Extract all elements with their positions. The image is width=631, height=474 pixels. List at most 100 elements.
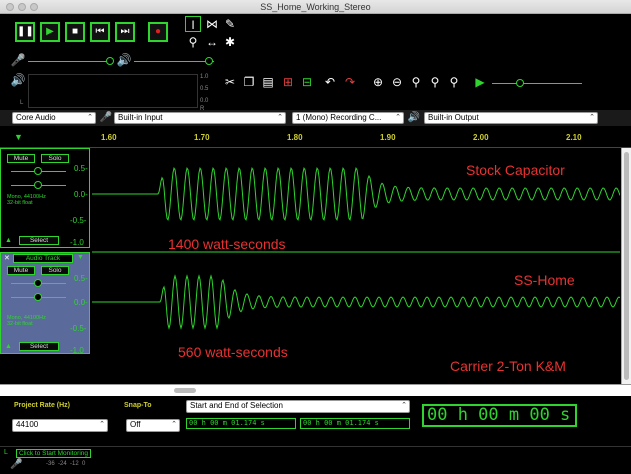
scale-label: 0.0- — [74, 298, 88, 307]
skip-to-start-button[interactable]: ⏮ — [90, 22, 110, 42]
selection-tool-icon[interactable]: I — [185, 16, 201, 32]
collapse-icon[interactable]: ▲ — [5, 343, 12, 350]
vertical-scrollbar[interactable] — [621, 148, 631, 384]
ruler-tick: 1.80 — [287, 133, 303, 142]
track-2-title-annotation: SS-Home — [514, 272, 575, 288]
redo-icon[interactable]: ↷ — [342, 74, 358, 90]
speaker-icon: 🔊 — [116, 53, 132, 67]
select-track-button[interactable]: Select — [19, 342, 59, 351]
playback-volume-knob[interactable] — [205, 57, 213, 65]
envelope-tool-icon[interactable]: ⋈ — [204, 16, 220, 32]
track-format-info: Mono, 44100Hz 32-bit float — [7, 315, 46, 327]
selection-start-time[interactable]: 00 h 00 m 01.174 s — [186, 418, 296, 429]
gain-knob[interactable] — [34, 279, 42, 287]
recording-device-select[interactable]: Built-in Input — [114, 112, 286, 124]
cut-icon[interactable]: ✂ — [222, 74, 238, 90]
recording-volume-slider[interactable] — [28, 61, 110, 62]
draw-tool-icon[interactable]: ✎ — [222, 16, 238, 32]
pause-icon: ❚❚ — [17, 26, 34, 37]
status-bar: L Click to Start Monitoring 🎤 -36 -24 -1… — [0, 446, 631, 474]
snap-to-select[interactable]: Off — [126, 419, 180, 432]
horizontal-scroll-thumb[interactable] — [174, 388, 196, 393]
waveform-display[interactable] — [92, 148, 620, 384]
skip-to-end-button[interactable]: ⏭ — [115, 22, 135, 42]
track-format-info: Mono, 44100Hz 32-bit float — [7, 194, 46, 206]
pan-knob[interactable] — [34, 293, 42, 301]
paste-icon[interactable]: ▤ — [260, 74, 276, 90]
microphone-icon: 🎤 — [10, 53, 26, 67]
track-menu-chevron-icon[interactable]: ▼ — [77, 254, 84, 261]
meter-left-label: L — [4, 449, 8, 456]
fit-selection-icon[interactable]: ⚲ — [408, 74, 424, 90]
vertical-scroll-thumb[interactable] — [624, 152, 629, 380]
multi-tool-icon[interactable]: ✱ — [222, 34, 238, 50]
track-name-menu[interactable]: Audio Track — [13, 254, 73, 263]
record-icon: ● — [154, 26, 162, 37]
start-monitoring-button[interactable]: Click to Start Monitoring — [16, 449, 91, 458]
zoom-out-icon[interactable]: ⊖ — [389, 74, 405, 90]
zoom-tool-icon[interactable]: ⚲ — [185, 34, 201, 50]
pan-knob[interactable] — [34, 181, 42, 189]
play-at-speed-icon[interactable]: ▶ — [472, 74, 488, 90]
selection-toolbar: Project Rate (Hz) 44100 Snap-To Off Star… — [0, 396, 631, 446]
scale-label: -0.5- — [70, 216, 87, 225]
solo-button[interactable]: Solo — [41, 266, 69, 275]
close-track-icon[interactable]: ✕ — [4, 254, 10, 262]
stop-icon: ■ — [71, 26, 79, 37]
zoom-toggle-icon[interactable]: ⚲ — [446, 74, 462, 90]
track-2-energy-annotation: 560 watt-seconds — [178, 344, 288, 360]
tracks-area: Mute Solo Mono, 44100Hz 32-bit float ▲ S… — [0, 148, 631, 384]
audio-host-select[interactable]: Core Audio — [12, 112, 96, 124]
ruler-tick: 1.70 — [194, 133, 210, 142]
meter-scale-mid: 0.5 — [200, 86, 209, 92]
silence-icon[interactable]: ⊟ — [299, 74, 315, 90]
audio-position-time[interactable]: 00 h 00 m 00 s — [422, 404, 577, 427]
collapse-icon[interactable]: ▲ — [5, 237, 12, 244]
device-toolbar: Core Audio 🎤 Built-in Input 1 (Mono) Rec… — [0, 110, 631, 126]
play-head-icon[interactable]: ▼ — [14, 132, 23, 142]
skip-start-icon: ⏮ — [95, 26, 105, 37]
mute-button[interactable]: Mute — [7, 154, 35, 163]
zoom-in-icon[interactable]: ⊕ — [370, 74, 386, 90]
copy-icon[interactable]: ❐ — [241, 74, 257, 90]
stop-button[interactable]: ■ — [65, 22, 85, 42]
meter-scale-top: 1.0 — [200, 74, 209, 80]
track-1-title-annotation: Stock Capacitor — [466, 162, 565, 178]
timeline-ruler[interactable]: ▼ 1.60 1.70 1.80 1.90 2.00 2.10 — [0, 126, 631, 148]
selection-mode-select[interactable]: Start and End of Selection — [186, 400, 410, 413]
playback-meter[interactable] — [28, 74, 198, 108]
zoom-window-button[interactable] — [30, 3, 38, 11]
ruler-tick: 1.90 — [380, 133, 396, 142]
solo-button[interactable]: Solo — [41, 154, 69, 163]
trim-icon[interactable]: ⊞ — [280, 74, 296, 90]
time-shift-tool-icon[interactable]: ↔ — [204, 34, 220, 50]
scale-label: 0.0- — [74, 190, 88, 199]
project-rate-select[interactable]: 44100 — [12, 419, 108, 432]
horizontal-scrollbar[interactable] — [0, 384, 631, 396]
recording-volume-knob[interactable] — [106, 57, 114, 65]
ruler-tick: 2.00 — [473, 133, 489, 142]
record-button[interactable]: ● — [148, 22, 168, 42]
minimize-window-button[interactable] — [18, 3, 26, 11]
play-button[interactable]: ▶ — [40, 22, 60, 42]
toolbar-area: ❚❚ ▶ ■ ⏮ ⏭ ● I ⋈ ✎ ⚲ ↔ ✱ 🎤 🔊 🔊 1.0 0.5 0… — [0, 14, 631, 112]
playback-volume-slider[interactable] — [134, 61, 214, 62]
meter-scale-zero: 0.0 — [200, 98, 209, 104]
recording-channels-select[interactable]: 1 (Mono) Recording C... — [292, 112, 404, 124]
mute-button[interactable]: Mute — [7, 266, 35, 275]
meter-left-label: L — [20, 100, 24, 106]
undo-icon[interactable]: ↶ — [322, 74, 338, 90]
gain-knob[interactable] — [34, 167, 42, 175]
close-window-button[interactable] — [6, 3, 14, 11]
selection-end-time[interactable]: 00 h 00 m 01.174 s — [300, 418, 410, 429]
playback-device-select[interactable]: Built-in Output — [424, 112, 598, 124]
pause-button[interactable]: ❚❚ — [15, 22, 35, 42]
play-speed-knob[interactable] — [516, 79, 524, 87]
snap-to-label: Snap-To — [124, 402, 152, 409]
fit-project-icon[interactable]: ⚲ — [427, 74, 443, 90]
play-speed-slider[interactable] — [492, 83, 582, 84]
select-track-button[interactable]: Select — [19, 236, 59, 245]
input-meter-ticks: -36 -24 -12 0 — [46, 461, 86, 467]
ruler-tick: 1.60 — [101, 133, 117, 142]
skip-end-icon: ⏭ — [120, 26, 130, 37]
